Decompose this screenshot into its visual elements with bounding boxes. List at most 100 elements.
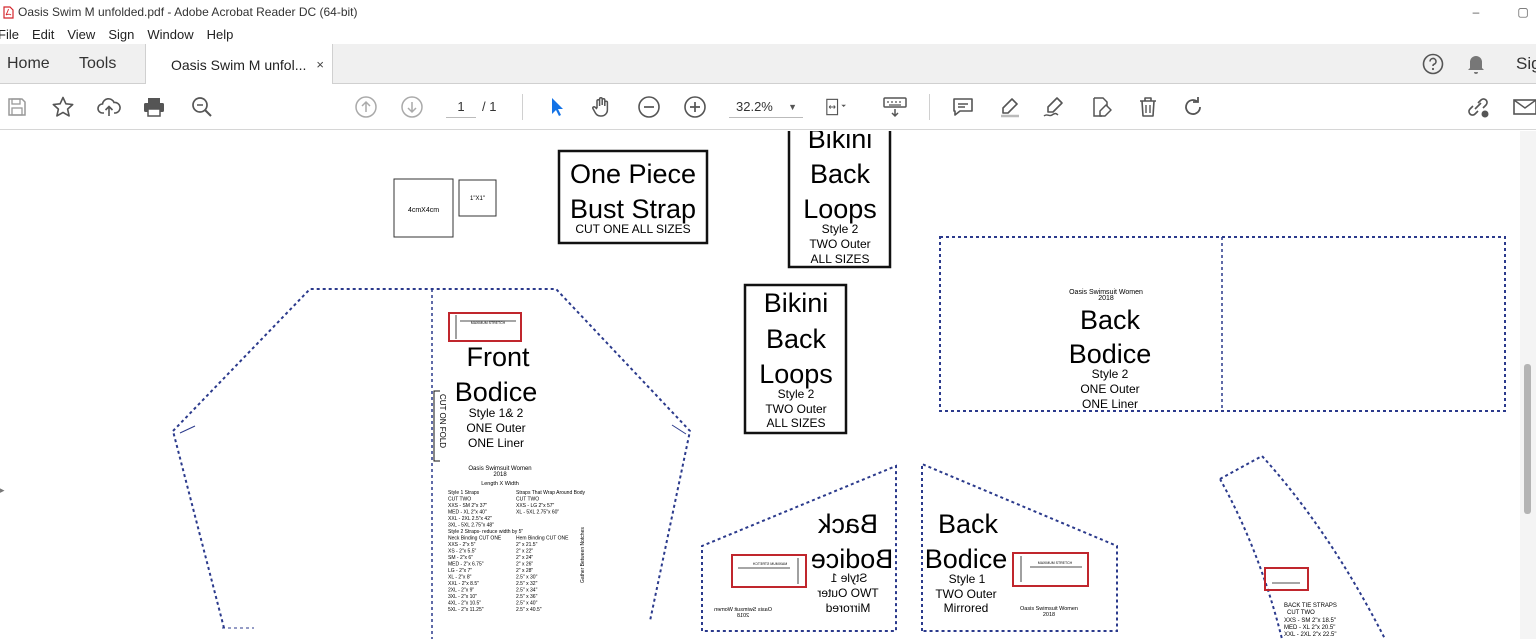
size-chart-cell-right: XL - 5XL 2.75"x 60" xyxy=(516,510,559,516)
size-chart-cell-left: Style 1 Straps xyxy=(448,490,480,496)
tab-document[interactable]: Oasis Swim M unfol... × xyxy=(145,44,333,85)
zoom-in-icon[interactable] xyxy=(682,94,708,120)
piece-style: Style 2 xyxy=(822,222,859,236)
size-chart-cell-right: 2.5" x 30" xyxy=(516,575,538,581)
size-chart-cell-right: 2" x 26" xyxy=(516,562,533,568)
document-viewport[interactable]: 4cmX4cm 1"X1" One Piece Bust Strap CUT O… xyxy=(0,131,1536,639)
tab-home[interactable]: Home xyxy=(7,44,50,84)
stretch-label: MAXIMUM STRETCH xyxy=(1038,561,1073,565)
menu-view[interactable]: View xyxy=(67,27,95,42)
zoom-out-icon[interactable] xyxy=(636,94,662,120)
size-chart-cell-right: CUT TWO xyxy=(516,497,539,503)
piece-title: Loops xyxy=(803,194,877,224)
year-label: 2018 xyxy=(1098,295,1114,302)
share-link-icon[interactable] xyxy=(1465,94,1491,120)
year-label: 2018 xyxy=(493,472,507,478)
fill-sign-icon[interactable] xyxy=(1089,94,1115,120)
piece-cut: ONE Outer xyxy=(1080,382,1139,396)
piece-cut: TWO Outer xyxy=(765,402,826,416)
keyboard-scroll-icon[interactable] xyxy=(882,94,908,120)
piece-cut: ONE Outer xyxy=(466,421,525,435)
page-number-input[interactable]: 1 xyxy=(446,96,476,118)
help-icon[interactable] xyxy=(1421,52,1445,76)
size-chart-cell-left: LG - 2"x 7" xyxy=(448,568,472,574)
email-icon[interactable] xyxy=(1511,94,1536,120)
piece-title: Bikini xyxy=(764,288,829,318)
sign-in-label[interactable]: Sig xyxy=(1516,44,1536,84)
piece-style: Style 1 xyxy=(949,572,986,586)
piece-title: Back xyxy=(766,324,827,354)
menu-help[interactable]: Help xyxy=(207,27,234,42)
notification-bell-icon[interactable] xyxy=(1464,52,1488,76)
title-bar: Oasis Swim M unfolded.pdf - Adobe Acroba… xyxy=(0,0,1536,24)
piece-title: Back xyxy=(938,509,999,539)
size-chart-cell-left: 4XL - 2"x 10.5" xyxy=(448,601,481,607)
rotate-icon[interactable] xyxy=(1180,94,1206,120)
size-chart-cell-left: Neck Binding CUT ONE xyxy=(448,536,502,542)
menu-bar: File Edit View Sign Window Help xyxy=(0,24,1536,44)
size-chart-cell-right: Hem Binding CUT ONE xyxy=(516,536,569,542)
tie-straps-cut: CUT TWO xyxy=(1287,610,1315,616)
print-icon[interactable] xyxy=(141,94,167,120)
year-label: 2018 xyxy=(737,613,749,619)
tie-straps-title: BACK TIE STRAPS xyxy=(1284,603,1337,609)
grainline-box xyxy=(448,312,522,342)
size-chart-cell-left: XS - 2"x 5.5" xyxy=(448,549,477,555)
trash-icon[interactable] xyxy=(1135,94,1161,120)
scrollbar-thumb[interactable] xyxy=(1524,364,1531,514)
piece-sizes: ALL SIZES xyxy=(767,416,826,430)
tie-straps-row: XXS - SM 2"x 18.5" xyxy=(1284,618,1336,624)
size-chart-cell-left: XXS - SM 2"x 37" xyxy=(448,503,487,509)
piece-style: Style 1& 2 xyxy=(469,406,524,420)
piece-title: Bust Strap xyxy=(570,194,696,224)
left-panel-toggle-icon[interactable]: ▸ xyxy=(0,485,5,496)
year-label: 2018 xyxy=(1043,612,1055,618)
piece-title: Back xyxy=(810,159,871,189)
size-chart-cell-right: Straps That Wrap Around Body xyxy=(516,490,586,496)
maximize-button[interactable]: ▢ xyxy=(1503,0,1536,24)
highlight-pen-icon[interactable] xyxy=(997,94,1023,120)
tie-straps-row: MED - XL 2"x 20.5" xyxy=(1284,625,1335,631)
find-zoom-icon[interactable] xyxy=(189,94,215,120)
chevron-down-icon: ▼ xyxy=(788,102,797,112)
menu-sign[interactable]: Sign xyxy=(108,27,134,42)
menu-window[interactable]: Window xyxy=(147,27,193,42)
size-chart-cell-left: XXL - 2"x 8.5" xyxy=(448,581,479,587)
piece-title: One Piece xyxy=(570,159,696,189)
piece-title: Loops xyxy=(759,359,833,389)
prev-page-icon[interactable] xyxy=(353,94,379,120)
vertical-scrollbar[interactable] xyxy=(1520,131,1536,639)
draw-sign-icon[interactable] xyxy=(1042,94,1068,120)
calibration-label-4cm: 4cmX4cm xyxy=(408,207,439,214)
comment-icon[interactable] xyxy=(950,94,976,120)
zoom-level-dropdown[interactable]: 32.2% ▼ xyxy=(729,96,803,118)
size-chart-cell-right: XXS - LG 2"x 57" xyxy=(516,503,555,509)
save-icon[interactable] xyxy=(4,94,30,120)
menu-file[interactable]: File xyxy=(0,27,19,42)
piece-style: Style 2 xyxy=(778,387,815,401)
size-chart-cell-left: SM - 2"x 6" xyxy=(448,555,473,561)
size-chart-cell-left: 3XL - 5XL 2.75"x 48" xyxy=(448,523,494,529)
close-tab-icon[interactable]: × xyxy=(316,57,324,72)
piece-title: Bikini xyxy=(808,131,873,154)
page-fit-icon[interactable] xyxy=(823,94,849,120)
gather-notches-label: Gather Between Notches xyxy=(580,527,586,583)
upload-cloud-icon[interactable] xyxy=(96,94,122,120)
hand-tool-icon[interactable] xyxy=(589,94,615,120)
piece-note: Mirrored xyxy=(826,601,871,615)
piece-note: CUT ONE ALL SIZES xyxy=(575,222,690,236)
minimize-button[interactable]: – xyxy=(1456,0,1496,24)
menu-edit[interactable]: Edit xyxy=(32,27,54,42)
size-chart-cell-left: XXS - 2"x 5" xyxy=(448,542,476,548)
size-chart-cell-left: 2XL - 2"x 9" xyxy=(448,588,474,594)
size-chart-cell-right: 2.5" x 32" xyxy=(516,581,538,587)
star-icon[interactable] xyxy=(50,94,76,120)
select-arrow-icon[interactable] xyxy=(544,94,570,120)
piece-style: Style 2 xyxy=(1092,367,1129,381)
toolbar-divider xyxy=(522,94,523,120)
piece-cut: TWO Outer xyxy=(809,237,870,251)
tab-tools[interactable]: Tools xyxy=(79,44,116,84)
next-page-icon[interactable] xyxy=(399,94,425,120)
piece-title: Bodice xyxy=(1069,339,1152,369)
size-chart-cell-left: 3XL - 2"x 10" xyxy=(448,594,477,600)
